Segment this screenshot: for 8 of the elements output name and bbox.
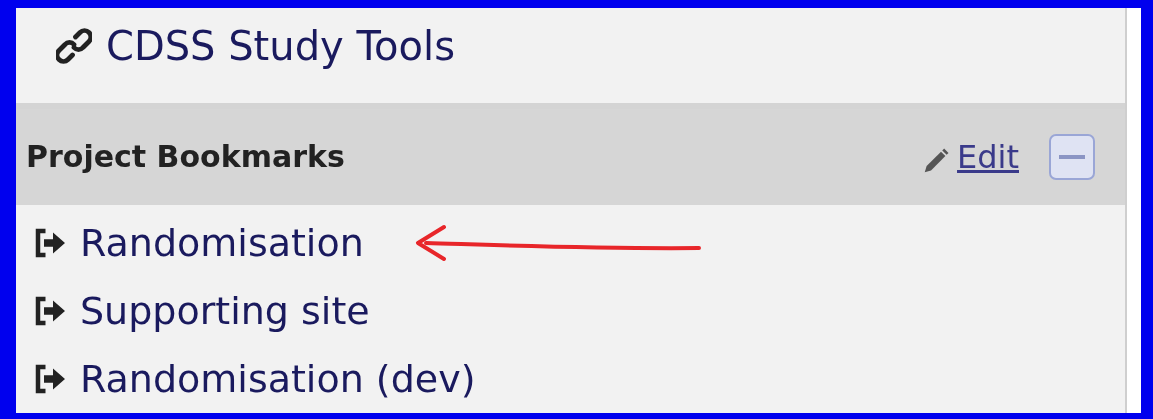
edit-link[interactable]: Edit [921, 137, 1019, 176]
tools-link[interactable]: CDSS Study Tools [56, 23, 455, 70]
collapse-button[interactable] [1049, 133, 1095, 180]
bookmark-link[interactable]: Randomisation [30, 221, 364, 265]
bookmark-link[interactable]: Randomisation (dev) [30, 357, 476, 401]
section-title: Project Bookmarks [26, 139, 345, 175]
link-icon [56, 28, 92, 65]
bookmark-link[interactable]: Supporting site [30, 289, 370, 333]
